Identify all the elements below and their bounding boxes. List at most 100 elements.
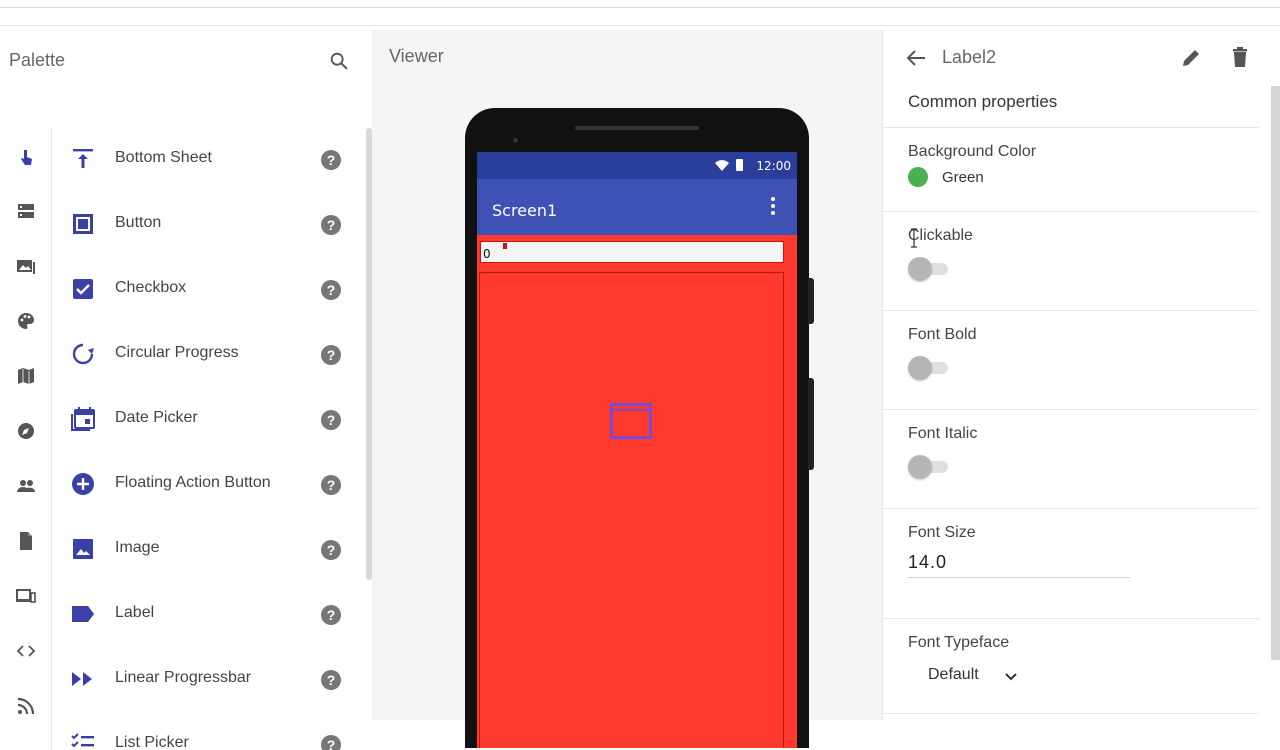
storage-icon[interactable] — [16, 531, 36, 551]
divider — [883, 618, 1259, 619]
palette-item-circular-progress[interactable]: Circular Progress ? — [52, 323, 364, 383]
button-icon — [73, 214, 93, 234]
image-icon — [73, 539, 93, 559]
code-icon[interactable] — [16, 641, 36, 661]
label2-text: 0 — [483, 247, 491, 261]
clickable-toggle[interactable] — [908, 257, 950, 281]
floating-action-button-icon — [72, 473, 94, 495]
palette-item-label: Circular Progress — [115, 344, 239, 361]
help-icon[interactable]: ? — [321, 410, 341, 430]
selected-component-name: Label2 — [942, 47, 997, 67]
palette-item-label: Linear Progressbar — [115, 669, 252, 686]
help-icon[interactable]: ? — [321, 605, 341, 625]
palette-item-linear-progressbar[interactable]: Linear Progressbar ? — [52, 648, 364, 708]
date-picker-icon — [71, 407, 95, 431]
palette-item-bottom-sheet[interactable]: Bottom Sheet ? — [52, 128, 364, 188]
checkbox-icon — [73, 279, 93, 299]
help-icon[interactable]: ? — [321, 670, 341, 690]
edit-pencil-icon[interactable] — [1180, 47, 1202, 69]
wifi-icon — [715, 160, 729, 171]
palette-item-label: Image — [115, 539, 160, 556]
divider — [883, 409, 1259, 410]
font-bold-toggle[interactable] — [908, 356, 950, 380]
top-divider — [0, 7, 1280, 8]
connectivity-icon[interactable] — [16, 586, 36, 606]
rss-icon[interactable] — [16, 696, 36, 716]
divider — [883, 508, 1259, 509]
maps-icon[interactable] — [16, 366, 36, 386]
help-icon[interactable]: ? — [321, 280, 341, 300]
divider — [883, 713, 1259, 714]
category-rail — [0, 128, 52, 750]
background-color-swatch[interactable] — [908, 167, 928, 187]
font-size-field[interactable] — [908, 548, 1130, 578]
text-cursor-icon — [911, 228, 917, 248]
properties-scrollbar[interactable] — [1271, 86, 1280, 660]
background-color-value[interactable]: Green — [942, 169, 984, 186]
help-icon[interactable]: ? — [321, 540, 341, 560]
phone-speaker — [575, 126, 699, 130]
palette-item-date-picker[interactable]: Date Picker ? — [52, 388, 364, 448]
help-icon[interactable]: ? — [321, 215, 341, 235]
font-italic-label: Font Italic — [908, 425, 978, 442]
label-icon — [72, 606, 94, 622]
palette-item-floating-action-button[interactable]: Floating Action Button ? — [52, 453, 364, 513]
social-icon[interactable] — [16, 476, 36, 496]
palette-item-label[interactable]: Label ? — [52, 583, 364, 643]
app-title-bar: Screen1 — [477, 179, 797, 235]
phone-power-button — [808, 278, 814, 324]
divider — [883, 127, 1259, 128]
font-typeface-value: Default — [928, 666, 979, 683]
delete-trash-icon[interactable] — [1229, 46, 1251, 68]
user-interface-icon[interactable] — [16, 148, 36, 168]
drawing-icon[interactable] — [16, 311, 36, 331]
screen-title: Screen1 — [492, 201, 558, 220]
bottom-sheet-icon — [73, 149, 93, 168]
layout-icon[interactable] — [16, 201, 36, 221]
palette-item-button[interactable]: Button ? — [52, 193, 364, 253]
media-icon[interactable] — [16, 256, 36, 276]
chevron-down-icon — [1005, 673, 1017, 681]
linear-progressbar-icon — [72, 672, 92, 686]
overflow-menu-icon[interactable] — [767, 197, 779, 217]
palette-item-label: Checkbox — [115, 279, 187, 296]
battery-icon — [736, 159, 743, 171]
nested-component[interactable] — [610, 403, 652, 439]
palette-item-label: Bottom Sheet — [115, 149, 212, 166]
back-arrow-icon[interactable] — [905, 48, 927, 68]
phone-frame: 12:00 Screen1 0 — [465, 108, 809, 748]
palette-title: Palette — [9, 50, 66, 70]
phone-camera — [513, 138, 518, 143]
font-bold-label: Font Bold — [908, 326, 977, 343]
help-icon[interactable]: ? — [321, 735, 341, 750]
palette-item-label: List Picker — [115, 734, 189, 750]
search-icon[interactable] — [328, 50, 350, 72]
status-bar: 12:00 — [477, 152, 797, 179]
divider — [883, 211, 1259, 212]
section-title: Common properties — [908, 92, 1058, 111]
background-color-label: Background Color — [908, 143, 1037, 160]
help-icon[interactable]: ? — [321, 150, 341, 170]
palette-item-label: Floating Action Button — [115, 474, 271, 491]
status-time: 12:00 — [756, 159, 791, 173]
palette-item-image[interactable]: Image ? — [52, 518, 364, 578]
viewer-panel: Viewer 12:00 Screen1 0 — [372, 30, 882, 748]
sensors-icon[interactable] — [16, 421, 36, 441]
arrangement-component[interactable] — [479, 272, 784, 748]
divider — [883, 310, 1259, 311]
font-italic-toggle[interactable] — [908, 455, 950, 479]
palette-item-checkbox[interactable]: Checkbox ? — [52, 258, 364, 318]
help-icon[interactable]: ? — [321, 475, 341, 495]
top-bar — [0, 0, 1280, 26]
label2-component[interactable]: 0 — [480, 241, 784, 263]
selection-marker — [503, 243, 507, 249]
properties-panel: Label2 Common properties Background Colo… — [882, 30, 1280, 720]
font-typeface-dropdown[interactable]: Default — [928, 666, 1017, 690]
phone-screen[interactable]: 12:00 Screen1 0 — [477, 152, 797, 748]
help-icon[interactable]: ? — [321, 345, 341, 365]
component-list: Bottom Sheet ? Button ? Checkbox ? Circu… — [52, 128, 364, 750]
palette-panel: Palette Bottom Sheet ? Button ? Checkbox… — [0, 30, 372, 750]
palette-item-list-picker[interactable]: List Picker ? — [52, 713, 364, 750]
palette-item-label: Label — [115, 604, 155, 621]
palette-item-label: Date Picker — [115, 409, 198, 426]
